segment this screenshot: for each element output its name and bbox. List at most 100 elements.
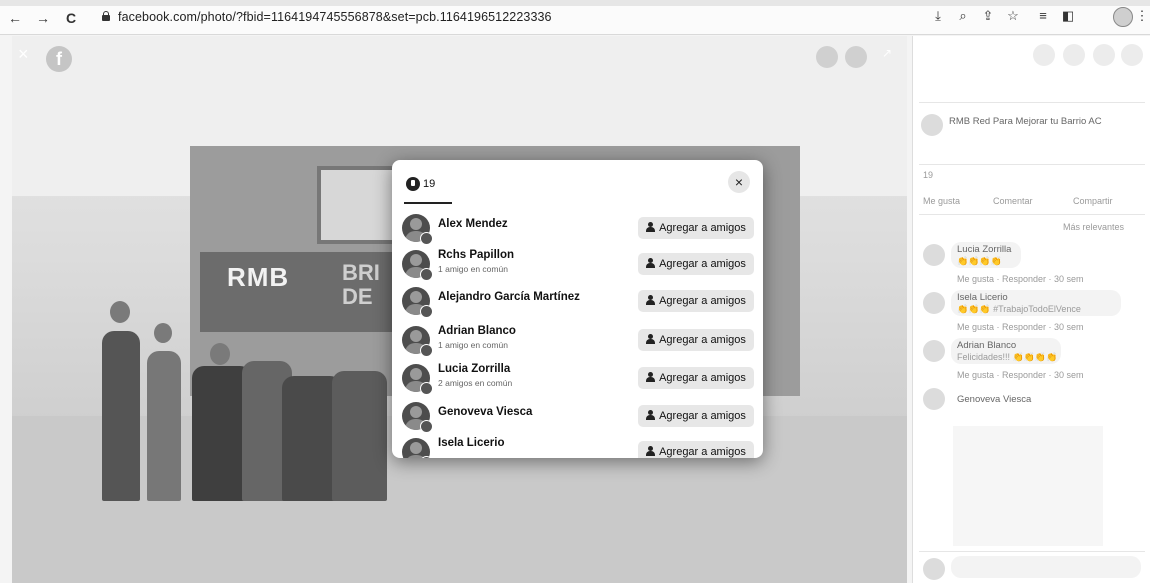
divider (919, 214, 1145, 215)
list-item: Lucia Zorrilla 2 amigos en común Agregar… (402, 362, 754, 396)
close-dialog-button[interactable]: × (728, 171, 750, 193)
tab-all-reactions[interactable]: 19 (406, 175, 435, 203)
comments-panel: RMB Red Para Mejorar tu Barrio AC 19 Me … (912, 36, 1150, 583)
back-icon[interactable]: ← (8, 10, 22, 26)
add-friend-button[interactable]: Agregar a amigos (638, 367, 754, 389)
person-name[interactable]: Lucia Zorrilla (438, 363, 510, 375)
comment-author[interactable]: Adrian Blanco (957, 340, 1016, 351)
add-friend-button[interactable]: Agregar a amigos (638, 329, 754, 351)
reactions-count[interactable]: 19 (923, 170, 933, 180)
notifications-icon[interactable] (1093, 44, 1115, 66)
add-friend-label: Agregar a amigos (659, 222, 746, 234)
add-friend-icon (646, 258, 656, 268)
messenger-icon[interactable] (1063, 44, 1085, 66)
comment-author[interactable]: Lucia Zorrilla (957, 244, 1011, 255)
add-friend-icon (646, 295, 656, 305)
person-name[interactable]: Genoveva Viesca (438, 406, 532, 418)
banner-text-2: BRI (342, 260, 380, 285)
comment-meta[interactable]: Me gusta · Responder · 30 sem (957, 274, 1084, 284)
add-friend-button[interactable]: Agregar a amigos (638, 290, 754, 312)
share-action[interactable]: Compartir (1073, 196, 1113, 206)
forward-icon[interactable]: → (36, 10, 50, 26)
sort-comments[interactable]: Más relevantes (1063, 222, 1124, 232)
add-friend-label: Agregar a amigos (659, 334, 746, 346)
person-name[interactable]: Adrian Blanco (438, 325, 516, 337)
current-user-avatar (923, 558, 945, 580)
close-icon[interactable]: × (18, 44, 29, 65)
divider (919, 551, 1145, 552)
comment-avatar[interactable] (923, 244, 945, 266)
post-author[interactable]: RMB Red Para Mejorar tu Barrio AC (949, 116, 1102, 127)
comment-action[interactable]: Comentar (993, 196, 1033, 206)
reading-list-icon[interactable]: ≡ (1035, 8, 1051, 24)
tab-strip (0, 0, 1150, 6)
person-name[interactable]: Isela Licerio (438, 437, 504, 449)
install-icon[interactable]: ⤓ (930, 8, 946, 24)
bookmark-star-icon[interactable]: ☆ (1005, 8, 1021, 24)
tag-icon[interactable] (845, 46, 867, 68)
like-badge-icon (420, 344, 433, 357)
add-friend-icon (646, 410, 656, 420)
list-item: Rchs Papillon 1 amigo en común Agregar a… (402, 248, 754, 282)
comment-input[interactable] (951, 556, 1141, 578)
add-friend-button[interactable]: Agregar a amigos (638, 405, 754, 427)
banner-text: RMB (227, 262, 290, 292)
reload-icon[interactable]: C (66, 10, 76, 26)
side-panel-icon[interactable]: ◧ (1060, 8, 1076, 24)
comment-author[interactable]: Genoveva Viesca (957, 394, 1031, 405)
person-name[interactable]: Rchs Papillon (438, 249, 514, 261)
comment-avatar[interactable] (923, 340, 945, 362)
add-friend-label: Agregar a amigos (659, 410, 746, 422)
address-bar[interactable]: facebook.com/photo/?fbid=116419474555687… (118, 10, 552, 24)
mutual-friends: 2 amigos en común (438, 378, 513, 388)
post-author-avatar[interactable] (921, 114, 943, 136)
list-item: Genoveva Viesca Agregar a amigos (402, 400, 754, 434)
avatar[interactable] (402, 438, 430, 458)
add-friend-label: Agregar a amigos (659, 295, 746, 307)
lock-icon (102, 11, 110, 21)
zoom-in-icon[interactable] (816, 46, 838, 68)
person-name[interactable]: Alejandro García Martínez (438, 291, 580, 303)
reactions-dialog: 19 × Alex Mendez Agregar a amigos Rchs P… (392, 160, 763, 458)
person-name[interactable]: Alex Mendez (438, 218, 508, 230)
add-friend-label: Agregar a amigos (659, 372, 746, 384)
zoom-icon[interactable]: ⌕ (955, 8, 971, 24)
add-friend-button[interactable]: Agregar a amigos (638, 253, 754, 275)
add-friend-icon (646, 446, 656, 456)
like-badge-icon (420, 232, 433, 245)
comment-sticker (953, 426, 1103, 546)
add-friend-button[interactable]: Agregar a amigos (638, 217, 754, 239)
comment-avatar[interactable] (923, 388, 945, 410)
mutual-friends: 1 amigo en común (438, 340, 508, 350)
fullscreen-icon[interactable]: ↗ (882, 46, 892, 60)
comment-meta[interactable]: Me gusta · Responder · 30 sem (957, 322, 1084, 332)
mutual-friends: 1 amigo en común (438, 264, 508, 274)
share-icon[interactable]: ⇪ (980, 8, 996, 24)
profile-avatar[interactable] (1113, 7, 1133, 27)
list-item: Adrian Blanco 1 amigo en común Agregar a… (402, 324, 754, 358)
add-friend-label: Agregar a amigos (659, 258, 746, 270)
browser-toolbar: ← → C facebook.com/photo/?fbid=116419474… (0, 0, 1150, 35)
active-tab-indicator (404, 202, 452, 204)
list-item: Alejandro García Martínez Agregar a amig… (402, 285, 754, 319)
menu-grid-icon[interactable] (1033, 44, 1055, 66)
like-action[interactable]: Me gusta (923, 196, 960, 206)
comment-avatar[interactable] (923, 292, 945, 314)
comment-author[interactable]: Isela Licerio (957, 292, 1008, 303)
reaction-count: 19 (423, 177, 436, 190)
comment-text: 👏👏👏👏 (957, 256, 1002, 266)
account-icon[interactable] (1121, 44, 1143, 66)
comment-text: 👏👏👏 #TrabajoTodoElVence (957, 304, 1081, 314)
comment-meta[interactable]: Me gusta · Responder · 30 sem (957, 370, 1084, 380)
facebook-logo-icon[interactable]: f (46, 46, 72, 72)
comment-text: Felicidades!!! 👏👏👏👏 (957, 352, 1058, 362)
add-friend-icon (646, 334, 656, 344)
menu-icon[interactable]: ⋮ (1134, 8, 1150, 24)
divider (919, 164, 1145, 165)
like-badge-icon (420, 456, 433, 458)
add-friend-label: Agregar a amigos (659, 446, 746, 458)
add-friend-icon (646, 372, 656, 382)
divider (919, 102, 1145, 103)
add-friend-button[interactable]: Agregar a amigos (638, 441, 754, 458)
add-friend-icon (646, 222, 656, 232)
